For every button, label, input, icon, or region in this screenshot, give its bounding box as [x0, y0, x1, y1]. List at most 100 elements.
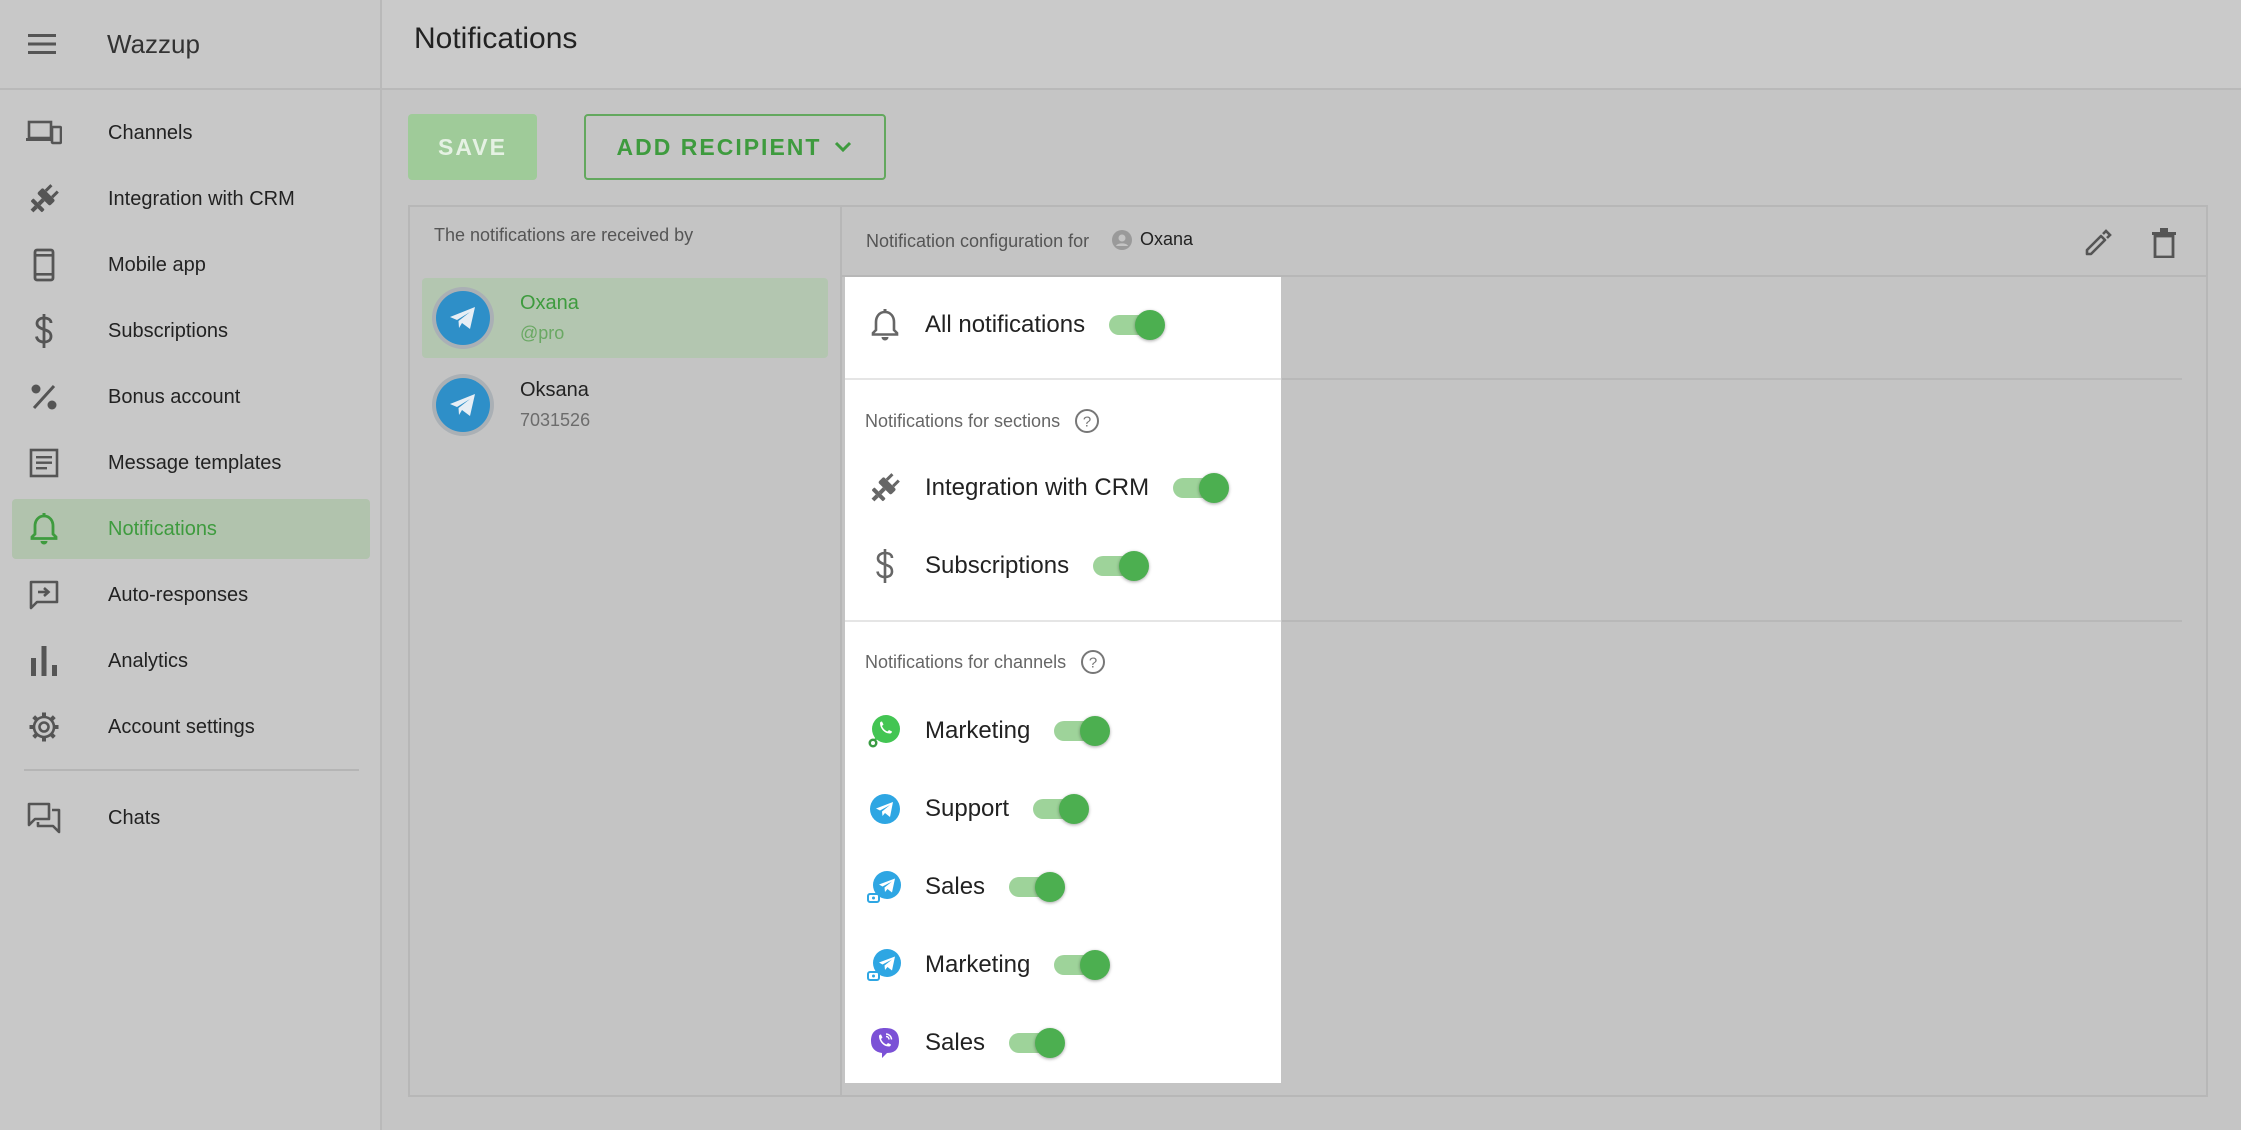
add-recipient-label: ADD RECIPIENT	[616, 133, 822, 160]
recipient-name: Oksana	[520, 379, 589, 401]
channel-toggle[interactable]	[1054, 950, 1111, 980]
card-divider	[845, 378, 1281, 380]
all-notifications-row: All notifications	[865, 305, 1166, 345]
sidebar-item-message-templates[interactable]: Message templates	[12, 433, 370, 493]
sidebar-item-account-settings[interactable]: Account settings	[12, 697, 370, 757]
all-notifications-label: All notifications	[925, 311, 1086, 338]
channel-toggle[interactable]	[1054, 716, 1111, 746]
section-row-subscriptions: Subscriptions	[865, 546, 1150, 586]
sidebar-item-mobile-app[interactable]: Mobile app	[12, 235, 370, 295]
save-button-label: SAVE	[438, 133, 507, 160]
menu-button[interactable]	[21, 23, 63, 65]
sidebar-item-subscriptions[interactable]: Subscriptions	[12, 301, 370, 361]
sections-title: Notifications for sections ?	[865, 408, 1100, 434]
page-header: Notifications	[382, 0, 2241, 90]
pencil-icon	[2085, 229, 2112, 256]
sidebar-divider	[24, 769, 359, 771]
sidebar-item-auto-responses[interactable]: Auto-responses	[12, 565, 370, 625]
recipients-list: The notifications are received by Oxana …	[410, 207, 842, 1095]
recipients-title: The notifications are received by	[434, 225, 694, 245]
telegram-icon	[865, 789, 905, 829]
svg-text:?: ?	[1083, 414, 1091, 431]
recipient-item-oksana[interactable]: Oksana 7031526	[422, 365, 828, 445]
save-button[interactable]: SAVE	[408, 114, 537, 180]
recipient-item-oxana[interactable]: Oxana @pro	[422, 278, 828, 358]
gear-icon	[22, 705, 66, 749]
channel-label: Marketing	[925, 951, 1031, 978]
channel-row: Sales	[865, 867, 1066, 907]
channel-row: Support	[865, 789, 1090, 829]
plug-icon	[865, 468, 905, 508]
telegram-personal-icon	[865, 867, 905, 907]
recipient-username: @pro	[520, 323, 565, 343]
channel-row: Marketing	[865, 945, 1111, 985]
sidebar-item-notifications[interactable]: Notifications	[12, 499, 370, 559]
sidebar-item-integration-crm[interactable]: Integration with CRM	[12, 169, 370, 229]
page-title: Notifications	[414, 22, 578, 55]
whatsapp-icon	[865, 711, 905, 751]
panel-divider	[1282, 378, 2182, 380]
all-notifications-toggle[interactable]	[1109, 310, 1166, 340]
percent-icon	[22, 375, 66, 419]
channel-row: Sales	[865, 1023, 1066, 1063]
telegram-avatar-icon	[436, 378, 490, 432]
channel-toggle[interactable]	[1009, 1028, 1066, 1058]
notification-config-card: All notifications Notifications for sect…	[845, 277, 1281, 1083]
sidebar-item-label: Channels	[108, 121, 193, 144]
sidebar-header: Wazzup	[0, 0, 380, 90]
recipient-phone: 7031526	[520, 410, 591, 430]
card-divider	[845, 620, 1281, 622]
section-row-integration-crm: Integration with CRM	[865, 468, 1230, 508]
sidebar-item-channels[interactable]: Channels	[12, 103, 370, 163]
panel-divider	[1282, 620, 2182, 622]
sidebar-item-bonus-account[interactable]: Bonus account	[12, 367, 370, 427]
sidebar-item-label: Integration with CRM	[108, 187, 295, 210]
channel-row: Marketing	[865, 711, 1111, 751]
section-label: Integration with CRM	[925, 474, 1150, 501]
analytics-icon	[22, 639, 66, 683]
chevron-down-icon	[835, 141, 852, 153]
channels-title: Notifications for channels ?	[865, 649, 1106, 675]
sidebar-item-label: Notifications	[108, 517, 217, 540]
dollar-icon	[865, 546, 905, 586]
sidebar-item-label: Analytics	[108, 649, 189, 672]
channel-toggle[interactable]	[1033, 794, 1090, 824]
trash-icon	[2152, 228, 2176, 258]
channel-label: Sales	[925, 1029, 986, 1056]
sidebar-item-chats[interactable]: Chats	[12, 788, 370, 848]
user-avatar-icon	[1112, 229, 1132, 250]
channel-label: Sales	[925, 873, 986, 900]
sidebar: Wazzup Channels Integration with CRM Mob…	[0, 0, 382, 1130]
sidebar-item-analytics[interactable]: Analytics	[12, 631, 370, 691]
chats-icon	[22, 796, 66, 840]
channels-title-label: Notifications for channels	[865, 651, 1067, 672]
sidebar-item-label: Auto-responses	[108, 583, 249, 606]
telegram-avatar-icon	[436, 291, 490, 345]
sidebar-item-label: Bonus account	[108, 385, 241, 408]
channel-label: Marketing	[925, 717, 1031, 744]
sidebar-item-label: Account settings	[108, 715, 255, 738]
section-label: Subscriptions	[925, 552, 1070, 579]
delete-button[interactable]	[2142, 221, 2186, 265]
sections-title-label: Notifications for sections	[865, 410, 1061, 431]
edit-button[interactable]	[2076, 221, 2120, 265]
channel-toggle[interactable]	[1009, 872, 1066, 902]
sidebar-item-label: Subscriptions	[108, 319, 229, 342]
phone-icon	[22, 243, 66, 287]
section-toggle-subscriptions[interactable]	[1093, 551, 1150, 581]
section-toggle-integration-crm[interactable]	[1173, 473, 1230, 503]
config-user: Oxana	[1112, 229, 1193, 250]
add-recipient-button[interactable]: ADD RECIPIENT	[584, 114, 886, 180]
sidebar-item-label: Message templates	[108, 451, 282, 474]
recipient-name: Oxana	[520, 292, 579, 314]
brand-name: Wazzup	[107, 28, 200, 59]
channel-label: Support	[925, 795, 1010, 822]
plug-icon	[22, 177, 66, 221]
bell-icon	[865, 305, 905, 345]
help-icon[interactable]: ?	[1074, 408, 1100, 434]
svg-text:?: ?	[1089, 655, 1097, 672]
help-icon[interactable]: ?	[1080, 649, 1106, 675]
telegram-personal-icon	[865, 945, 905, 985]
notifications-panel: The notifications are received by Oxana …	[408, 205, 2208, 1097]
config-header: Notification configuration for Oxana	[842, 207, 2206, 277]
